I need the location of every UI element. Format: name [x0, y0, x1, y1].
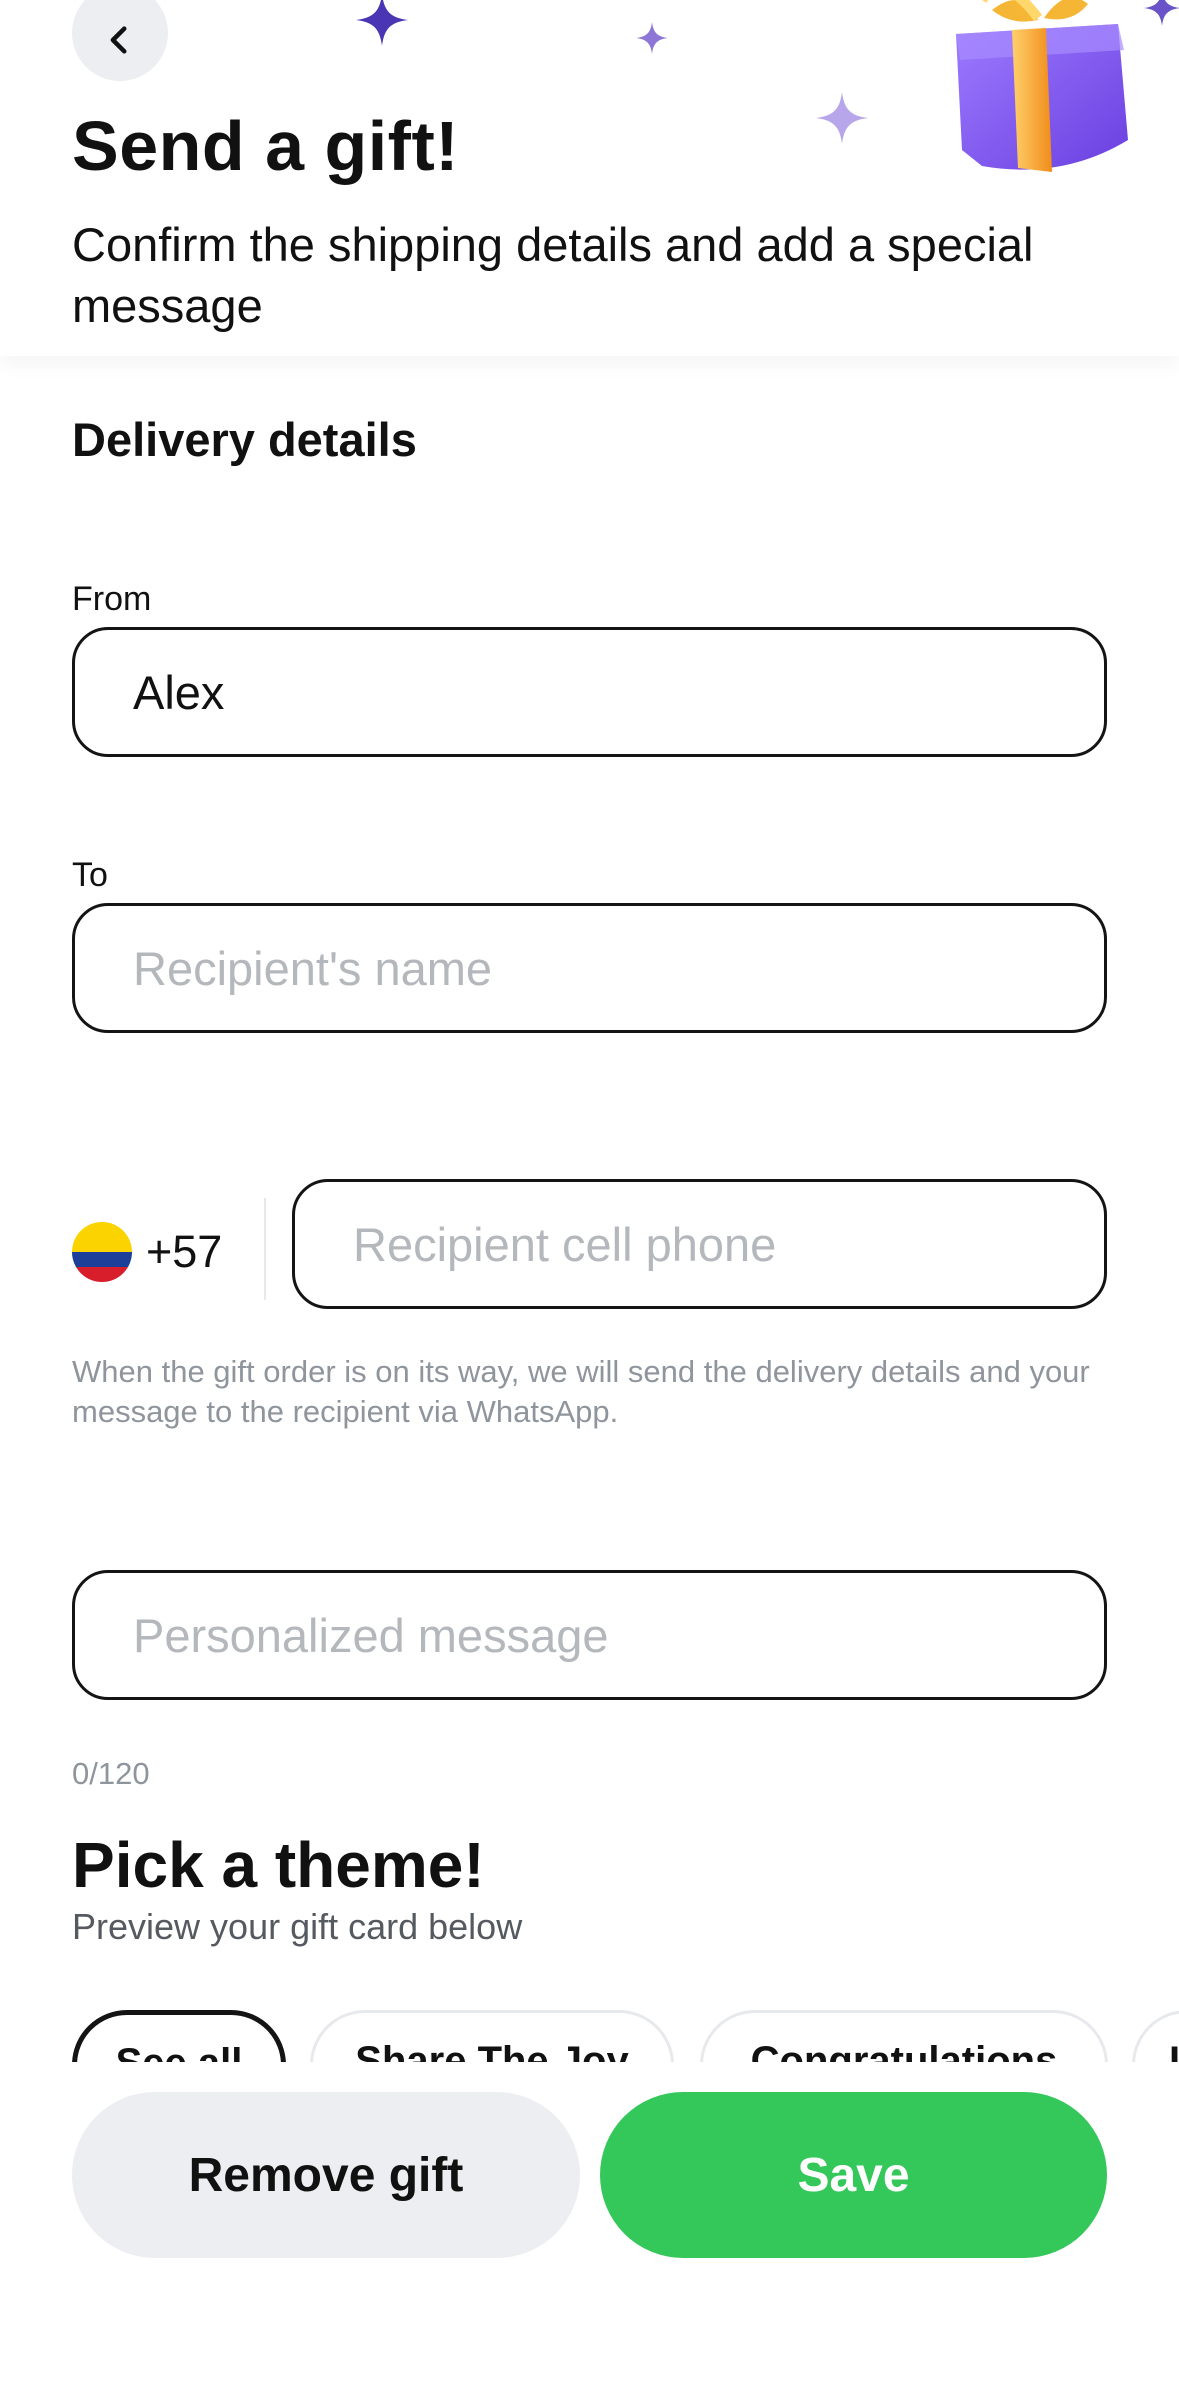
page-title: Send a gift!: [72, 107, 460, 185]
back-button[interactable]: [72, 0, 168, 81]
page-subtitle: Confirm the shipping details and add a s…: [72, 218, 1034, 332]
country-code: +57: [146, 1226, 223, 1277]
chip-label: Congratulations: [750, 2039, 1058, 2062]
pick-theme-subtitle: Preview your gift card below: [72, 1906, 523, 1947]
message-character-counter: 0/120: [72, 1756, 150, 1791]
pick-theme-heading: Pick a theme!: [72, 1829, 485, 1901]
page-header: Send a gift! Confirm the shipping detail…: [0, 0, 1179, 356]
chip-label: I: [1169, 2039, 1179, 2062]
to-label: To: [72, 856, 108, 894]
recipient-phone-input[interactable]: Recipient cell phone: [292, 1179, 1107, 1309]
gift-box-icon: [956, 0, 1128, 172]
theme-chips: See all Share The Joy Congratulations I: [0, 2010, 1179, 2062]
theme-chip-share-the-joy[interactable]: Share The Joy: [310, 2010, 674, 2062]
colombia-flag-icon: [72, 1222, 132, 1282]
remove-gift-button[interactable]: Remove gift: [72, 2092, 580, 2258]
sparkle-icon: [636, 22, 668, 54]
chip-label: Share The Joy: [355, 2039, 629, 2062]
sparkle-icon: [356, 0, 408, 46]
whatsapp-helper-text: When the gift order is on its way, we wi…: [72, 1354, 1090, 1429]
theme-chip-next[interactable]: I: [1132, 2010, 1179, 2062]
phone-divider: [264, 1198, 266, 1300]
personalized-message-input[interactable]: Personalized message: [72, 1570, 1107, 1700]
delivery-details-heading: Delivery details: [72, 413, 417, 466]
recipient-name-input[interactable]: Recipient's name: [72, 903, 1107, 1033]
sparkle-icon: [816, 92, 868, 144]
from-label: From: [72, 580, 152, 618]
theme-chip-congratulations[interactable]: Congratulations: [700, 2010, 1108, 2062]
theme-chip-see-all[interactable]: See all: [72, 2010, 286, 2062]
chip-label: See all: [116, 2041, 243, 2062]
save-button[interactable]: Save: [600, 2092, 1107, 2258]
country-code-selector[interactable]: +57: [72, 1222, 222, 1282]
chevron-left-icon: [110, 26, 127, 54]
sparkle-icon: [1144, 0, 1179, 26]
from-field[interactable]: Alex: [72, 627, 1107, 757]
